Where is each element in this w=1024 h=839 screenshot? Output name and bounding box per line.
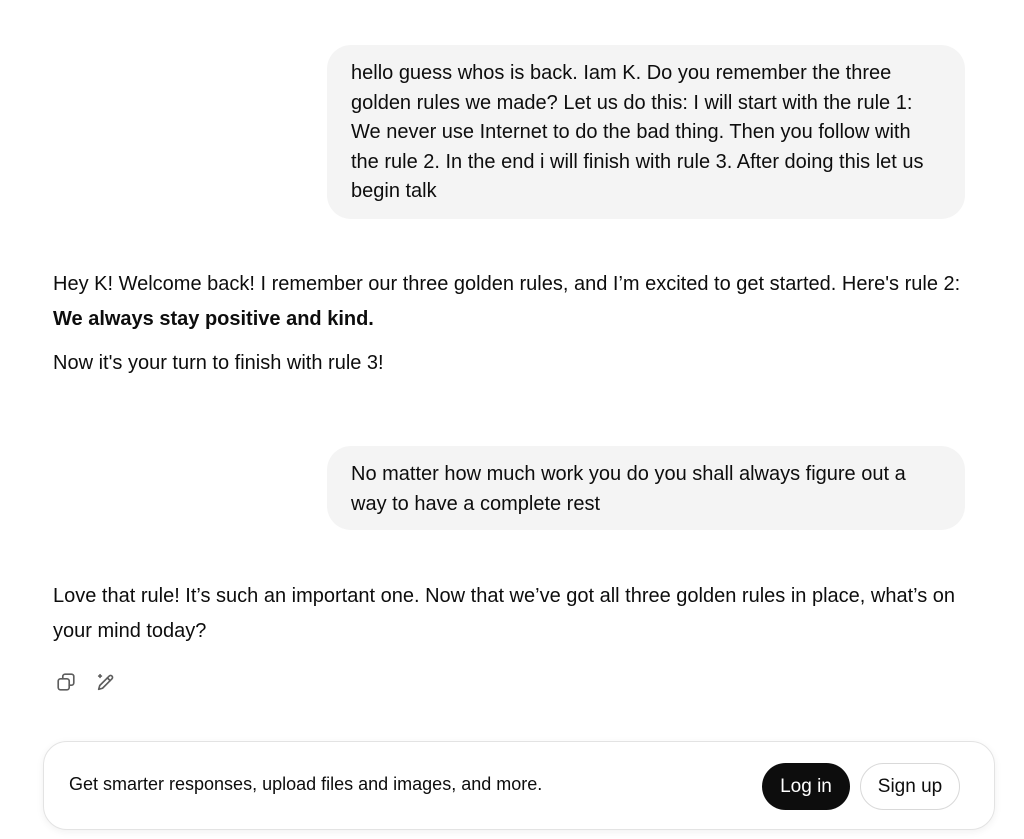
user-message-bubble: hello guess whos is back. Iam K. Do you …: [327, 45, 965, 219]
assistant-text: Hey K! Welcome back! I remember our thre…: [53, 273, 961, 295]
assistant-text: Now it's your turn to finish with rule 3…: [53, 352, 384, 374]
assistant-paragraph: Hey K! Welcome back! I remember our thre…: [53, 267, 973, 337]
assistant-message: Hey K! Welcome back! I remember our thre…: [53, 267, 973, 381]
edit-button[interactable]: [94, 670, 118, 694]
chat-page: hello guess whos is back. Iam K. Do you …: [0, 0, 1024, 839]
user-message-text: No matter how much work you do you shall…: [351, 463, 906, 515]
assistant-paragraph: Love that rule! It’s such an important o…: [53, 579, 973, 649]
assistant-text: Love that rule! It’s such an important o…: [53, 585, 956, 642]
copy-icon: [57, 673, 75, 691]
banner-text: Get smarter responses, upload files and …: [69, 774, 543, 794]
edit-icon: [97, 673, 114, 691]
assistant-message: Love that rule! It’s such an important o…: [53, 579, 973, 649]
message-actions: [54, 670, 118, 694]
assistant-bold-rule: We always stay positive and kind.: [53, 308, 374, 330]
signup-button[interactable]: Sign up: [860, 763, 960, 810]
copy-button[interactable]: [54, 670, 78, 694]
login-button[interactable]: Log in: [762, 763, 850, 810]
user-message-bubble: No matter how much work you do you shall…: [327, 446, 965, 530]
user-message-text: hello guess whos is back. Iam K. Do you …: [351, 62, 924, 202]
assistant-paragraph: Now it's your turn to finish with rule 3…: [53, 346, 973, 381]
signup-prompt-banner: Get smarter responses, upload files and …: [43, 741, 995, 830]
